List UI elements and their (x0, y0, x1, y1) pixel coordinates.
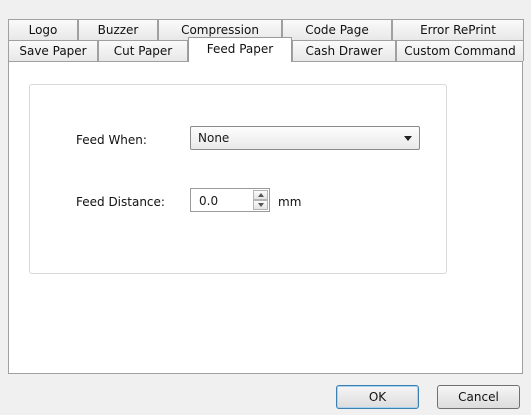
tab-cut-paper[interactable]: Cut Paper (98, 40, 188, 61)
feed-settings-group: Feed When: None Feed Distance: 0.0 mm (29, 84, 447, 274)
tab-buzzer[interactable]: Buzzer (78, 19, 158, 40)
cancel-button[interactable]: Cancel (437, 385, 520, 409)
chevron-down-icon (404, 136, 412, 141)
tab-code-page[interactable]: Code Page (282, 19, 392, 40)
spin-down-button[interactable] (253, 200, 268, 210)
feed-distance-spinbox[interactable]: 0.0 (190, 188, 270, 212)
tab-logo[interactable]: Logo (8, 19, 78, 40)
feed-distance-label: Feed Distance: (76, 195, 165, 209)
arrow-down-icon (258, 203, 264, 207)
spin-up-button[interactable] (253, 190, 268, 200)
tab-panel-feed-paper: Feed When: None Feed Distance: 0.0 mm (8, 61, 523, 374)
ok-button[interactable]: OK (336, 385, 419, 409)
feed-when-label: Feed When: (76, 133, 147, 147)
tab-feed-paper[interactable]: Feed Paper (188, 37, 292, 62)
arrow-up-icon (258, 193, 264, 197)
feed-distance-unit: mm (278, 195, 302, 209)
feed-distance-value[interactable]: 0.0 (199, 194, 218, 208)
tab-custom-command[interactable]: Custom Command (396, 40, 524, 61)
tab-error-reprint[interactable]: Error RePrint (392, 19, 524, 40)
feed-when-dropdown[interactable]: None (190, 126, 420, 150)
spin-buttons (253, 190, 268, 210)
feed-when-value: None (198, 131, 230, 145)
tab-save-paper[interactable]: Save Paper (8, 40, 98, 61)
tab-cash-drawer[interactable]: Cash Drawer (292, 40, 396, 61)
